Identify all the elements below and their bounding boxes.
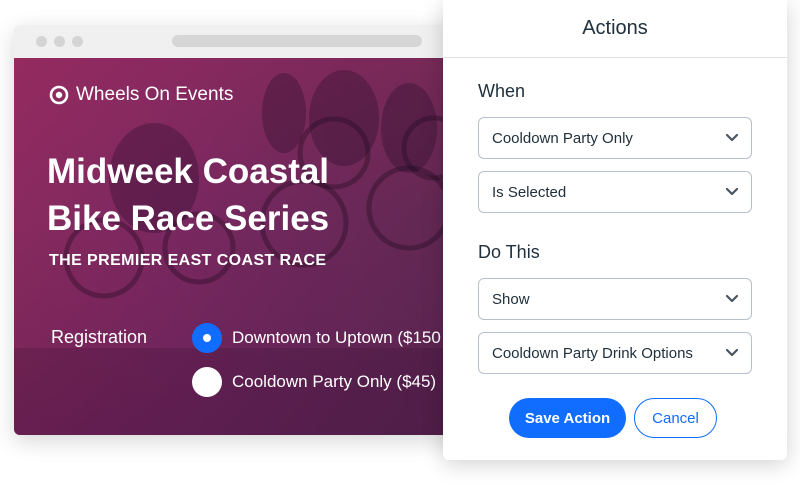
browser-window: Wheels On Events Midweek Coastal Bike Ra… [14, 25, 474, 435]
do-this-section-title: Do This [478, 242, 540, 262]
address-bar[interactable] [172, 35, 422, 47]
brand-logo: Wheels On Events [49, 84, 233, 106]
event-hero: Wheels On Events Midweek Coastal Bike Ra… [14, 58, 474, 435]
window-control-dot[interactable] [36, 36, 47, 47]
chevron-down-icon [725, 133, 739, 142]
window-control-dot[interactable] [72, 36, 83, 47]
registration-option-cooldown[interactable]: Cooldown Party Only ($45) [192, 367, 436, 397]
brand-name: Wheels On Events [76, 84, 234, 105]
dropdown-value: Cooldown Party Drink Options [492, 344, 693, 362]
panel-title: Actions [443, 0, 787, 58]
dropdown-value: Is Selected [492, 183, 567, 201]
when-section-title: When [478, 81, 526, 101]
when-field-dropdown[interactable]: Cooldown Party Only [478, 117, 752, 159]
chevron-down-icon [725, 348, 739, 357]
cancel-button[interactable]: Cancel [634, 398, 717, 438]
target-icon [49, 85, 69, 105]
event-subtitle: THE PREMIER EAST COAST RACE [49, 252, 327, 269]
dropdown-value: Cooldown Party Only [492, 129, 633, 147]
browser-toolbar [14, 25, 474, 58]
actions-panel: Actions When Cooldown Party Only Is Sele… [443, 0, 787, 460]
event-title: Midweek Coastal Bike Race Series [47, 152, 330, 238]
window-control-dot[interactable] [54, 36, 65, 47]
registration-option-downtown[interactable]: Downtown to Uptown ($150 [192, 323, 441, 353]
radio-button[interactable] [192, 367, 222, 397]
chevron-down-icon [725, 294, 739, 303]
save-action-button[interactable]: Save Action [509, 398, 626, 438]
radio-option-label: Downtown to Uptown ($150 [232, 328, 441, 347]
radio-button-selected[interactable] [192, 323, 222, 353]
dropdown-value: Show [492, 290, 530, 308]
registration-label: Registration [51, 327, 148, 347]
radio-option-label: Cooldown Party Only ($45) [232, 372, 437, 391]
do-action-dropdown[interactable]: Show [478, 278, 752, 320]
when-condition-dropdown[interactable]: Is Selected [478, 171, 752, 213]
chevron-down-icon [725, 187, 739, 196]
do-target-dropdown[interactable]: Cooldown Party Drink Options [478, 332, 752, 374]
